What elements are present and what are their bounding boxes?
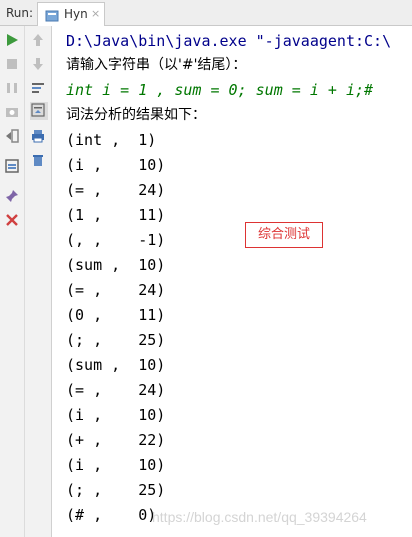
token-line: (i , 10): [66, 156, 166, 174]
wrap-icon[interactable]: [30, 80, 48, 98]
console-output[interactable]: D:\Java\bin\java.exe "-javaagent:C:\ 请输入…: [52, 26, 412, 537]
token-line: (1 , 11): [66, 206, 166, 224]
token-line: (i , 10): [66, 406, 166, 424]
tab-label: Hyn: [64, 7, 88, 21]
input-prompt: 请输入字符串（以'#'结尾）：: [66, 57, 247, 73]
watermark: https://blog.csdn.net/qq_39394264: [152, 509, 367, 525]
scroll-end-icon[interactable]: [30, 102, 48, 120]
token-line: (int , 1): [66, 131, 157, 149]
run-label: Run:: [6, 6, 34, 20]
token-line: (= , 24): [66, 281, 166, 299]
tab-close-icon[interactable]: ×: [91, 7, 100, 20]
stop-icon[interactable]: [4, 56, 22, 74]
run-tab-bar: Run: Hyn ×: [0, 0, 412, 26]
token-line: (+ , 22): [66, 431, 166, 449]
token-line: (= , 24): [66, 381, 166, 399]
up-arrow-icon[interactable]: [30, 32, 48, 50]
token-line: (; , 25): [66, 481, 166, 499]
token-line: (; , 25): [66, 331, 166, 349]
tab-hyn[interactable]: Hyn ×: [37, 2, 105, 26]
print-icon[interactable]: [30, 128, 48, 146]
run-config-icon: [45, 8, 59, 27]
layout-icon[interactable]: [4, 158, 22, 176]
close-icon[interactable]: [4, 212, 22, 230]
camera-icon[interactable]: [4, 104, 22, 122]
console-toolbar: [25, 26, 52, 537]
user-input-line: int i = 1 , sum = 0; sum = i + i;#: [66, 81, 374, 99]
token-line: (i , 10): [66, 456, 166, 474]
pin-icon[interactable]: [4, 188, 22, 206]
command-line: D:\Java\bin\java.exe "-javaagent:C:\: [66, 32, 392, 50]
annotation-label: 综合测试: [245, 222, 323, 248]
token-line: (0 , 11): [66, 306, 166, 324]
token-line: (sum , 10): [66, 356, 166, 374]
exit-icon[interactable]: [4, 128, 22, 146]
rerun-icon[interactable]: [4, 32, 22, 50]
token-line: (# , 0): [66, 506, 157, 524]
result-header: 词法分析的结果如下：: [66, 107, 206, 123]
token-line: (= , 24): [66, 181, 166, 199]
pause-icon[interactable]: [4, 80, 22, 98]
token-line: (, , -1): [66, 231, 166, 249]
down-arrow-icon[interactable]: [30, 56, 48, 74]
token-line: (sum , 10): [66, 256, 166, 274]
trash-icon[interactable]: [30, 152, 48, 170]
run-toolbar: [0, 26, 25, 537]
